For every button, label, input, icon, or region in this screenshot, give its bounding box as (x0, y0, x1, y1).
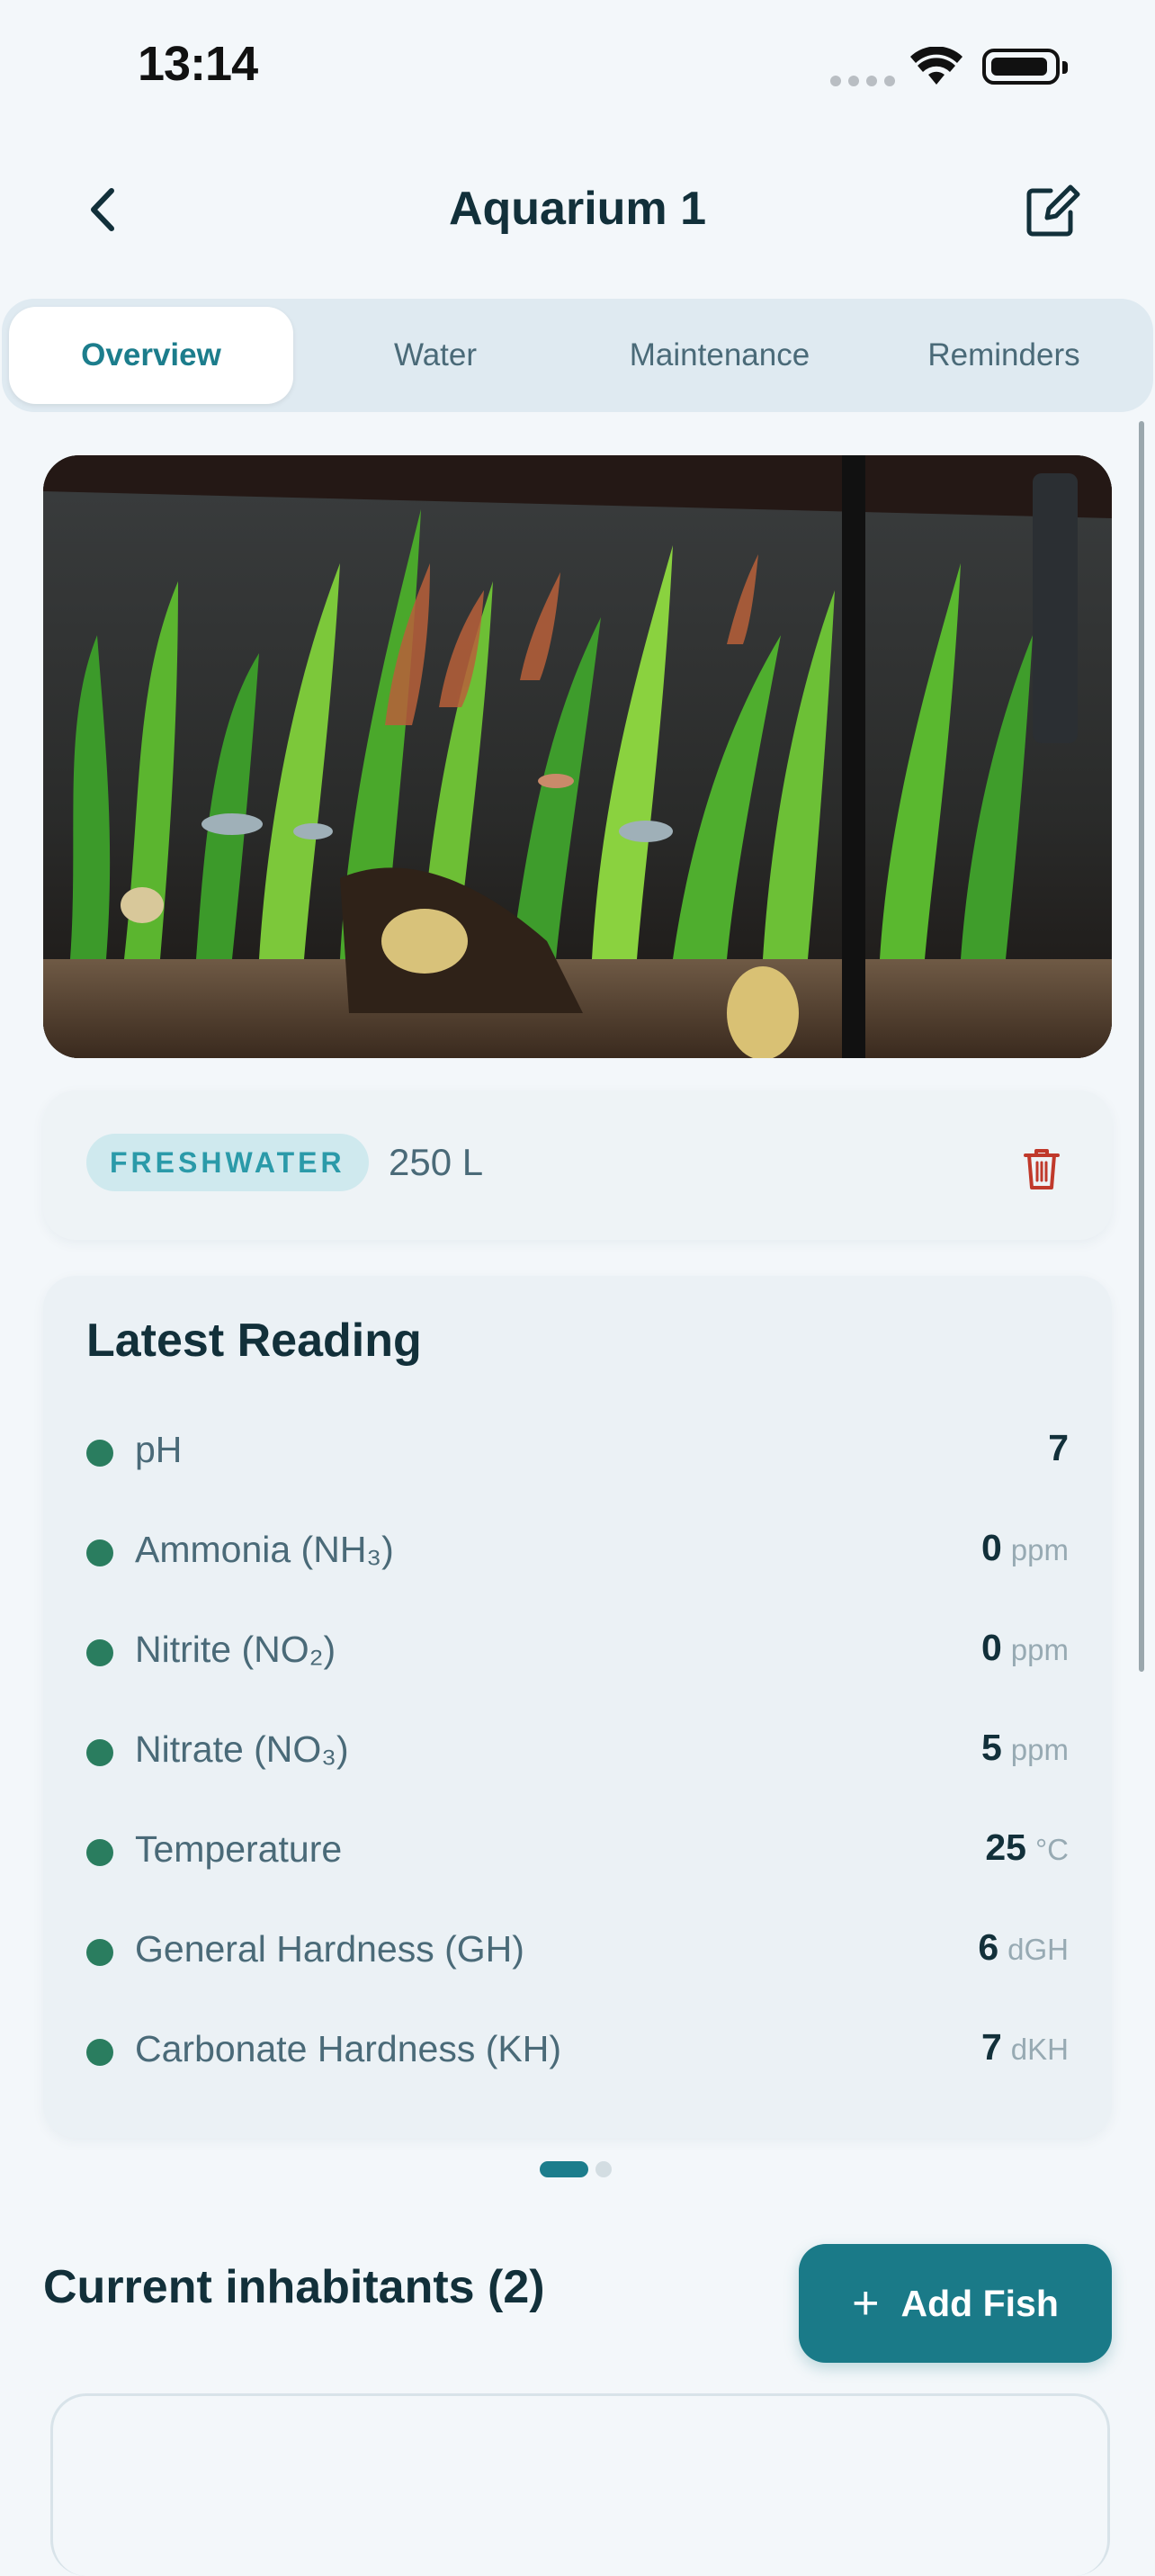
reading-value: 25 °C (985, 1827, 1069, 1868)
tab-water[interactable]: Water (293, 307, 578, 404)
status-dot (86, 1939, 113, 1966)
add-fish-label: Add Fish (900, 2282, 1059, 2324)
reading-row-ph: pH 7 (86, 1420, 1069, 1483)
reading-unit: °C (1034, 1833, 1069, 1866)
tab-reminders[interactable]: Reminders (862, 307, 1146, 404)
trash-icon[interactable] (1016, 1143, 1067, 1193)
status-dot (86, 2039, 113, 2066)
plus-icon: + (852, 2277, 880, 2329)
reading-unit: dKH (1010, 2033, 1069, 2066)
water-type-badge: FRESHWATER (86, 1134, 369, 1191)
page-title: Aquarium 1 (448, 183, 707, 235)
status-dot (86, 1639, 113, 1666)
reading-unit: ppm (1010, 1633, 1069, 1666)
tab-maintenance[interactable]: Maintenance (578, 307, 862, 404)
reading-row-ammonia: Ammonia (NH₃) 0 ppm (86, 1520, 1069, 1583)
edit-icon[interactable] (1015, 175, 1087, 247)
tank-volume: 250 L (389, 1141, 484, 1183)
reading-unit: ppm (1010, 1733, 1069, 1766)
reading-value: 7 dKH (980, 2026, 1069, 2068)
reading-row-nitrate: Nitrate (NO₃) 5 ppm (86, 1719, 1069, 1782)
battery-icon (982, 49, 1068, 85)
scroll-indicator[interactable] (1139, 421, 1144, 1672)
status-dot (86, 1539, 113, 1566)
reading-row-kh: Carbonate Hardness (KH) 7 dKH (86, 2019, 1069, 2082)
reading-row-gh: General Hardness (GH) 6 dGH (86, 1919, 1069, 1982)
status-dot (86, 1440, 113, 1467)
status-dot (86, 1739, 113, 1766)
reading-label: General Hardness (GH) (135, 1928, 524, 1970)
latest-reading-title: Latest Reading (86, 1315, 422, 1367)
inhabitant-card[interactable] (50, 2393, 1110, 2576)
status-bar: 13:14 (0, 0, 1155, 135)
navigation-bar: Aquarium 1 (0, 162, 1155, 252)
wifi-icon (910, 47, 962, 85)
inhabitants-title: Current inhabitants (2) (43, 2261, 545, 2313)
status-dot (86, 1839, 113, 1866)
page-dot[interactable] (595, 2161, 612, 2177)
reading-label: Ammonia (NH₃) (135, 1529, 394, 1570)
reading-label: Temperature (135, 1828, 343, 1870)
reading-label: Nitrate (NO₃) (135, 1728, 349, 1770)
reading-unit: dGH (1007, 1933, 1069, 1966)
reading-value: 7 (1048, 1427, 1069, 1468)
reading-value: 0 ppm (980, 1627, 1069, 1668)
reading-row-temperature: Temperature 25 °C (86, 1819, 1069, 1882)
reading-value: 5 ppm (980, 1727, 1069, 1768)
reading-unit: ppm (1010, 1533, 1069, 1566)
tab-bar: Overview Water Maintenance Reminders (2, 299, 1153, 412)
tab-overview[interactable]: Overview (9, 307, 293, 404)
add-fish-button[interactable]: + Add Fish (799, 2244, 1112, 2363)
reading-row-nitrite: Nitrite (NO₂) 0 ppm (86, 1620, 1069, 1683)
reading-label: pH (135, 1429, 183, 1470)
tank-info-card: FRESHWATER 250 L (43, 1091, 1112, 1240)
reading-label: Nitrite (NO₂) (135, 1629, 336, 1670)
page-indicator[interactable] (540, 2161, 612, 2177)
aquarium-photo (43, 455, 1112, 1058)
reading-label: Carbonate Hardness (KH) (135, 2028, 561, 2069)
status-time: 13:14 (138, 37, 258, 91)
page-dot-active[interactable] (540, 2161, 588, 2177)
cellular-signal-icon (830, 76, 895, 86)
reading-value: 0 ppm (980, 1527, 1069, 1568)
reading-value: 6 dGH (978, 1926, 1069, 1968)
latest-reading-card[interactable]: Latest Reading pH 7 Ammonia (NH₃) 0 ppm N… (43, 1276, 1112, 2138)
